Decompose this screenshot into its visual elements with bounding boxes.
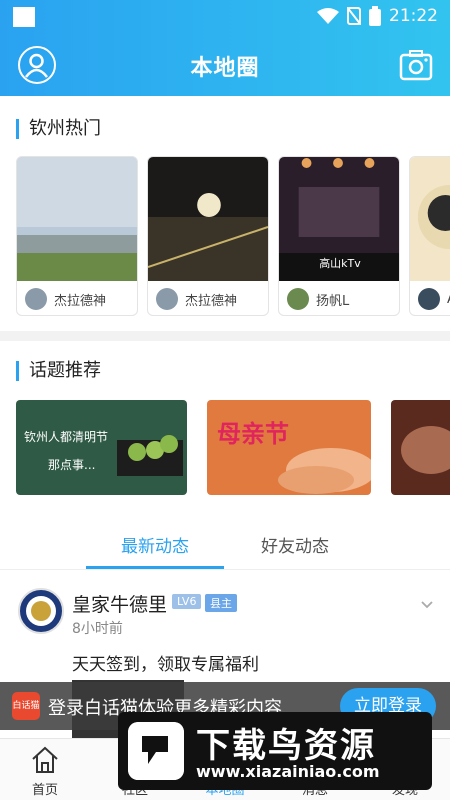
- status-bar: 21:22: [0, 0, 450, 34]
- topic-title: 钦州人都清明节: [24, 430, 109, 444]
- user-avatar: [25, 288, 47, 310]
- wifi-icon: [317, 8, 339, 24]
- watermark-url: www.xiazainiao.com: [196, 762, 380, 781]
- hot-card-username: 扬帆L: [316, 293, 350, 309]
- post-time: 8小时前: [72, 621, 123, 637]
- user-avatar: [418, 288, 440, 310]
- hot-card-user[interactable]: 杰拉德神: [156, 288, 237, 310]
- role-badge: 县主: [205, 594, 237, 612]
- tab-friends[interactable]: 好友动态: [261, 532, 329, 557]
- hot-card-username: 杰拉德神: [54, 293, 107, 309]
- topic-card[interactable]: 母亲节: [207, 400, 371, 495]
- post-author[interactable]: 皇家牛德里: [72, 590, 167, 617]
- hot-card-username: 杰拉德神: [185, 293, 238, 309]
- watermark: 下载鸟资源 www.xiazainiao.com: [118, 712, 432, 790]
- chevron-down-icon[interactable]: [420, 598, 434, 612]
- hot-card-caption: 高山kTv: [319, 257, 361, 270]
- level-badge: LV6: [172, 594, 202, 609]
- feed-tabs: 最新动态 好友动态: [0, 522, 450, 570]
- hot-section-title: 钦州热门: [16, 119, 101, 139]
- hot-card-image: [148, 157, 268, 281]
- topics-section-title: 话题推荐: [16, 361, 101, 381]
- system-icons: 21:22: [317, 6, 438, 26]
- tab-indicator: [86, 566, 224, 569]
- hot-card-image: [17, 157, 137, 281]
- hot-card-user[interactable]: 杰拉德神: [25, 288, 106, 310]
- no-sim-icon: [347, 7, 361, 25]
- user-avatar: [287, 288, 309, 310]
- hot-card[interactable]: A: [409, 156, 450, 316]
- watermark-title: 下载鸟资源: [196, 726, 376, 766]
- nav-home-label: 首页: [31, 783, 58, 798]
- clock: 21:22: [389, 6, 438, 26]
- watermark-logo-icon: [128, 722, 184, 780]
- hot-card[interactable]: 杰拉德神: [16, 156, 138, 316]
- user-avatar: [156, 288, 178, 310]
- hot-card[interactable]: 高山kTv 扬帆L: [278, 156, 400, 316]
- section-divider: [0, 331, 450, 341]
- nav-home[interactable]: 首页: [10, 745, 80, 798]
- hot-card-user[interactable]: 扬帆L: [287, 288, 349, 310]
- home-icon: [32, 746, 58, 773]
- app-logo: 白话猫: [12, 692, 40, 720]
- camera-icon[interactable]: [399, 48, 433, 82]
- topic-card[interactable]: 钦州人都清明节 那点事...: [16, 400, 187, 495]
- topic-image: [117, 435, 183, 476]
- hot-card[interactable]: 杰拉德神: [147, 156, 269, 316]
- tab-latest[interactable]: 最新动态: [121, 532, 189, 557]
- hot-carousel[interactable]: 杰拉德神 杰拉德神 高山kTv 扬帆L A: [16, 156, 450, 318]
- hot-card-image: [410, 157, 450, 281]
- page-title: 本地圈: [190, 56, 260, 81]
- post-avatar[interactable]: [18, 588, 64, 634]
- battery-icon: [369, 6, 381, 26]
- topic-image: [401, 426, 450, 474]
- notification-icon: [13, 7, 35, 27]
- topic-card[interactable]: [391, 400, 450, 495]
- topic-image: [278, 448, 371, 494]
- post-text: 天天签到，领取专属福利: [72, 655, 259, 675]
- topic-subtitle: 那点事...: [48, 458, 96, 472]
- hot-card-user[interactable]: A: [418, 288, 450, 310]
- app-header: 本地圈: [0, 34, 450, 96]
